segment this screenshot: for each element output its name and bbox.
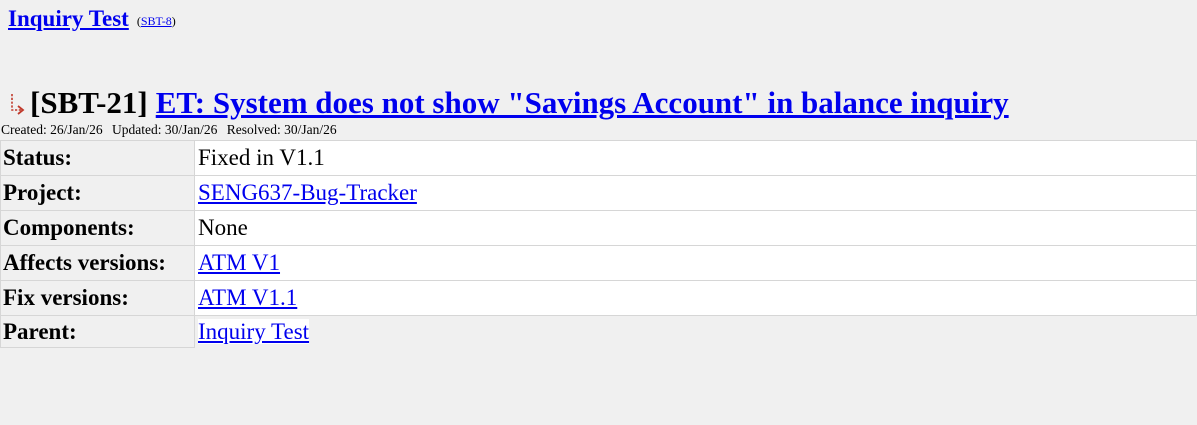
issue-title: [SBT-21] ET: System does not show "Saving…	[30, 86, 1009, 120]
fix-versions-value: ATM V1.1	[194, 280, 1197, 316]
components-value: None	[194, 210, 1197, 246]
subtask-icon	[6, 90, 28, 120]
parent-issue-key: (SBT-8)	[136, 14, 176, 28]
project-value: SENG637-Bug-Tracker	[194, 175, 1197, 211]
status-value: Fixed in V1.1	[194, 140, 1197, 176]
field-label: Project:	[0, 175, 195, 211]
parent-issue-key-link[interactable]: SBT-8	[141, 14, 172, 28]
created-date: Created: 26/Jan/26	[1, 122, 103, 137]
fix-version-link[interactable]: ATM V1.1	[198, 285, 297, 310]
field-row-project: Project: SENG637-Bug-Tracker	[0, 175, 1197, 211]
issue-summary-link[interactable]: ET: System does not show "Savings Accoun…	[156, 85, 1009, 120]
parent-issue-bar: Inquiry Test (SBT-8)	[8, 6, 176, 32]
field-label: Affects versions:	[0, 245, 195, 281]
issue-fields-table: Status: Fixed in V1.1 Project: SENG637-B…	[0, 140, 1197, 348]
affects-version-link[interactable]: ATM V1	[198, 250, 280, 275]
field-row-status: Status: Fixed in V1.1	[0, 140, 1197, 176]
issue-header: [SBT-21] ET: System does not show "Saving…	[6, 86, 1009, 120]
issue-dates: Created: 26/Jan/26 Updated: 30/Jan/26 Re…	[1, 122, 343, 138]
field-label: Status:	[0, 140, 195, 176]
field-label: Parent:	[0, 315, 195, 348]
field-label: Fix versions:	[0, 280, 195, 316]
parent-value: Inquiry Test	[194, 315, 1197, 348]
updated-date: Updated: 30/Jan/26	[111, 122, 218, 137]
issue-key: [SBT-21]	[30, 85, 148, 120]
field-row-components: Components: None	[0, 210, 1197, 246]
parent-issue-link[interactable]: Inquiry Test	[8, 6, 129, 31]
field-label: Components:	[0, 210, 195, 246]
field-row-fix-versions: Fix versions: ATM V1.1	[0, 280, 1197, 316]
field-row-affects-versions: Affects versions: ATM V1	[0, 245, 1197, 281]
project-link[interactable]: SENG637-Bug-Tracker	[198, 180, 417, 205]
parent-link[interactable]: Inquiry Test	[198, 319, 309, 344]
field-row-parent: Parent: Inquiry Test	[0, 315, 1197, 348]
resolved-date: Resolved: 30/Jan/26	[226, 122, 337, 137]
affects-versions-value: ATM V1	[194, 245, 1197, 281]
